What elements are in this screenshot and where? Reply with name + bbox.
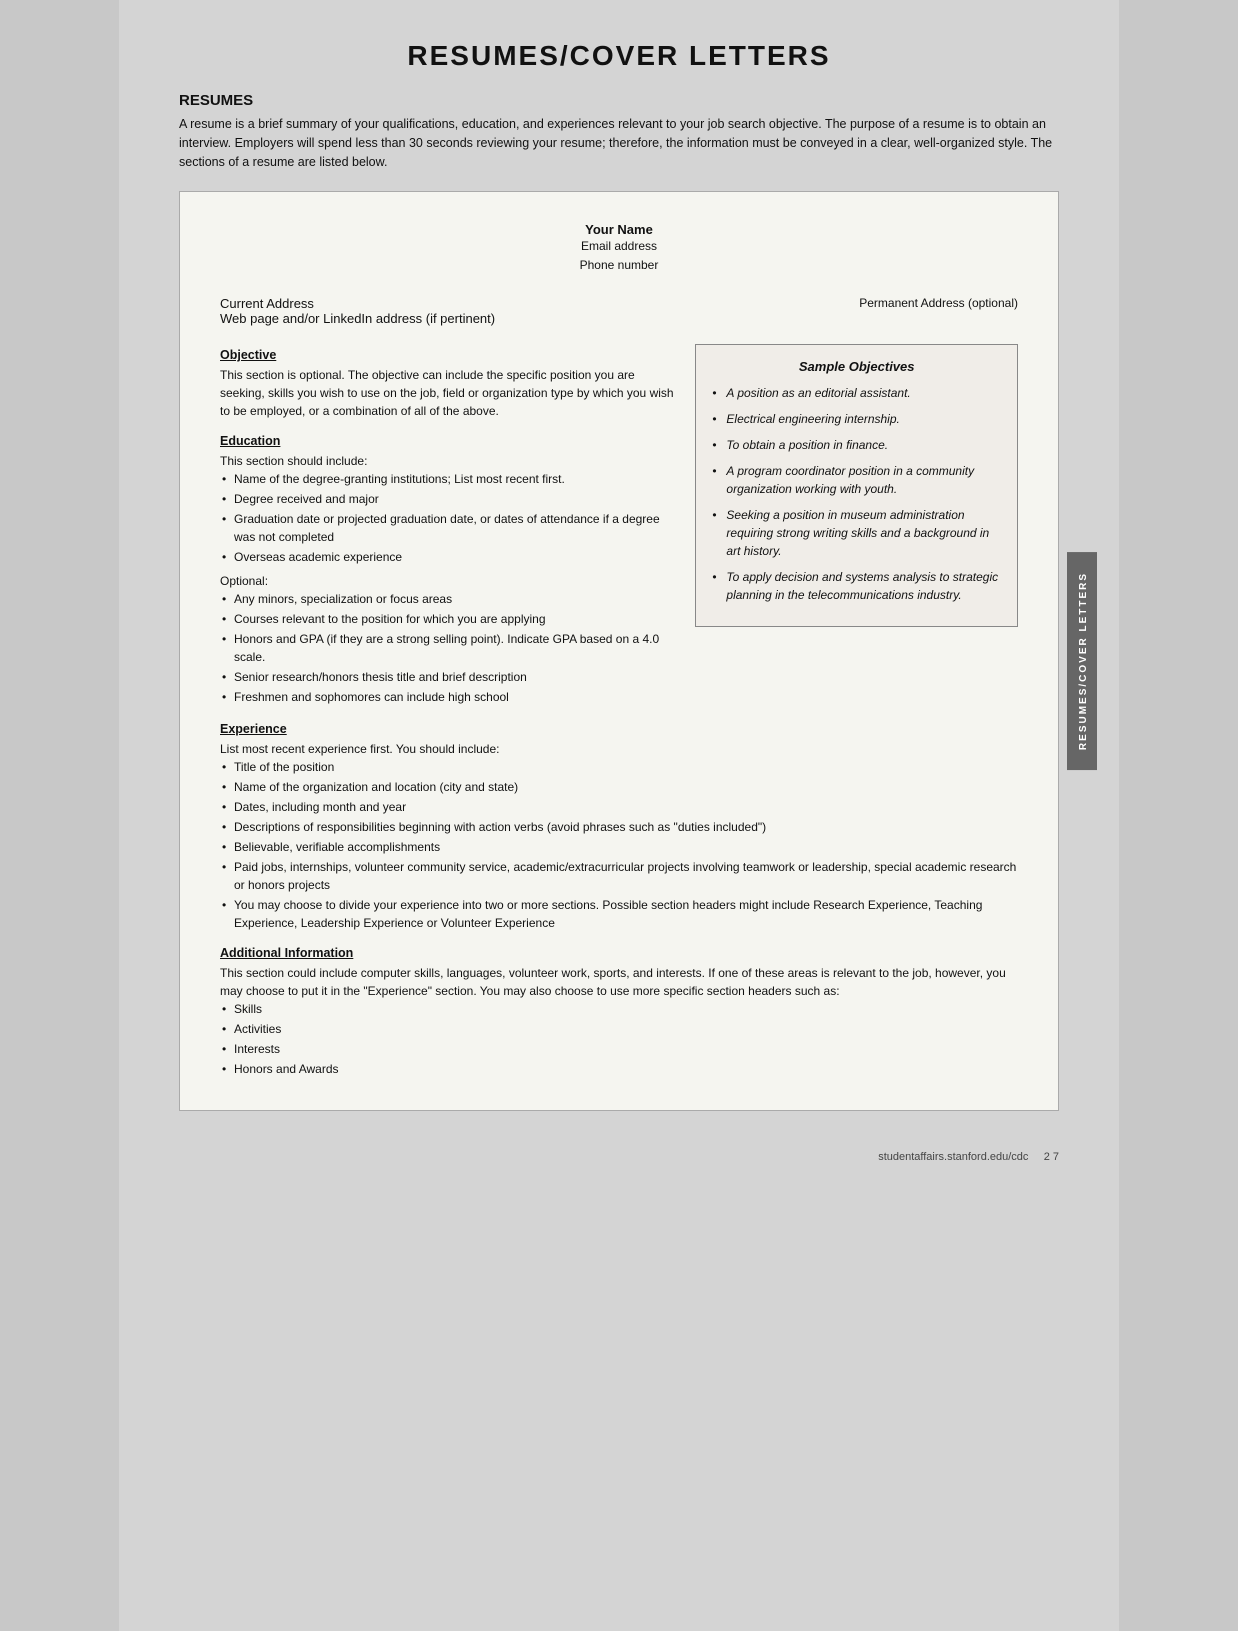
sample-objectives-list: A position as an editorial assistant. El… (712, 384, 1001, 604)
optional-bullet-4: Senior research/honors thesis title and … (220, 668, 675, 686)
sample-objective-4: A program coordinator position in a comm… (712, 462, 1001, 498)
resume-main-layout: Objective This section is optional. The … (220, 334, 1018, 708)
resume-address-left: Current Address Web page and/or LinkedIn… (220, 296, 495, 326)
resume-document: Your Name Email address Phone number Cur… (179, 191, 1059, 1110)
education-bullet-2: Degree received and major (220, 490, 675, 508)
intro-paragraph: A resume is a brief summary of your qual… (179, 115, 1059, 171)
resume-name: Your Name (220, 222, 1018, 237)
education-bullet-3: Graduation date or projected graduation … (220, 510, 675, 546)
experience-bullet-5: Believable, verifiable accomplishments (220, 838, 1018, 856)
sample-objective-1: A position as an editorial assistant. (712, 384, 1001, 402)
sample-objective-5: Seeking a position in museum administrat… (712, 506, 1001, 560)
side-tab-container: RESUMES/COVER LETTERS (1067, 552, 1097, 770)
optional-label: Optional: (220, 574, 675, 588)
objective-title: Objective (220, 348, 675, 362)
additional-bullet-4: Honors and Awards (220, 1060, 1018, 1078)
experience-bullet-4: Descriptions of responsibilities beginni… (220, 818, 1018, 836)
optional-bullet-2: Courses relevant to the position for whi… (220, 610, 675, 628)
objective-text: This section is optional. The objective … (220, 366, 675, 420)
footer-page: 2 7 (1044, 1151, 1059, 1163)
additional-bullet-3: Interests (220, 1040, 1018, 1058)
resumes-heading: RESUMES (179, 92, 1059, 109)
sample-objectives-title: Sample Objectives (712, 359, 1001, 374)
resume-webpage: Web page and/or LinkedIn address (if per… (220, 311, 495, 326)
experience-bullet-6: Paid jobs, internships, volunteer commun… (220, 858, 1018, 894)
resume-header: Your Name Email address Phone number (220, 222, 1018, 275)
experience-bullet-2: Name of the organization and location (c… (220, 778, 1018, 796)
additional-bullet-2: Activities (220, 1020, 1018, 1038)
side-tab-label: RESUMES/COVER LETTERS (1067, 552, 1097, 770)
sample-objective-3: To obtain a position in finance. (712, 436, 1001, 454)
footer-url: studentaffairs.stanford.edu/cdc (878, 1151, 1028, 1163)
additional-bullets-list: Skills Activities Interests Honors and A… (220, 1000, 1018, 1078)
education-title: Education (220, 434, 675, 448)
sample-objective-6: To apply decision and systems analysis t… (712, 568, 1001, 604)
page-title: RESUMES/COVER LETTERS (179, 40, 1059, 72)
optional-bullet-5: Freshmen and sophomores can include high… (220, 688, 675, 706)
experience-bullet-3: Dates, including month and year (220, 798, 1018, 816)
experience-intro: List most recent experience first. You s… (220, 740, 1018, 758)
optional-bullet-3: Honors and GPA (if they are a strong sel… (220, 630, 675, 666)
resume-current-address: Current Address (220, 296, 495, 311)
additional-intro: This section could include computer skil… (220, 964, 1018, 1000)
resume-permanent-address: Permanent Address (optional) (859, 296, 1018, 326)
experience-bullet-7: You may choose to divide your experience… (220, 896, 1018, 932)
sample-objective-2: Electrical engineering internship. (712, 410, 1001, 428)
education-bullet-4: Overseas academic experience (220, 548, 675, 566)
education-intro: This section should include: (220, 452, 675, 470)
resume-right-column: Sample Objectives A position as an edito… (695, 334, 1018, 708)
experience-title: Experience (220, 722, 1018, 736)
education-bullet-1: Name of the degree-granting institutions… (220, 470, 675, 488)
resume-email: Email address (220, 237, 1018, 256)
sample-objectives-box: Sample Objectives A position as an edito… (695, 344, 1018, 627)
experience-bullets-list: Title of the position Name of the organi… (220, 758, 1018, 932)
resume-phone: Phone number (220, 256, 1018, 275)
education-bullets-list: Name of the degree-granting institutions… (220, 470, 675, 566)
additional-title: Additional Information (220, 946, 1018, 960)
additional-bullet-1: Skills (220, 1000, 1018, 1018)
footer: studentaffairs.stanford.edu/cdc 2 7 (179, 1151, 1059, 1163)
optional-bullet-1: Any minors, specialization or focus area… (220, 590, 675, 608)
resume-left-column: Objective This section is optional. The … (220, 334, 675, 708)
optional-bullets-list: Any minors, specialization or focus area… (220, 590, 675, 706)
resume-address-row: Current Address Web page and/or LinkedIn… (220, 296, 1018, 326)
experience-bullet-1: Title of the position (220, 758, 1018, 776)
